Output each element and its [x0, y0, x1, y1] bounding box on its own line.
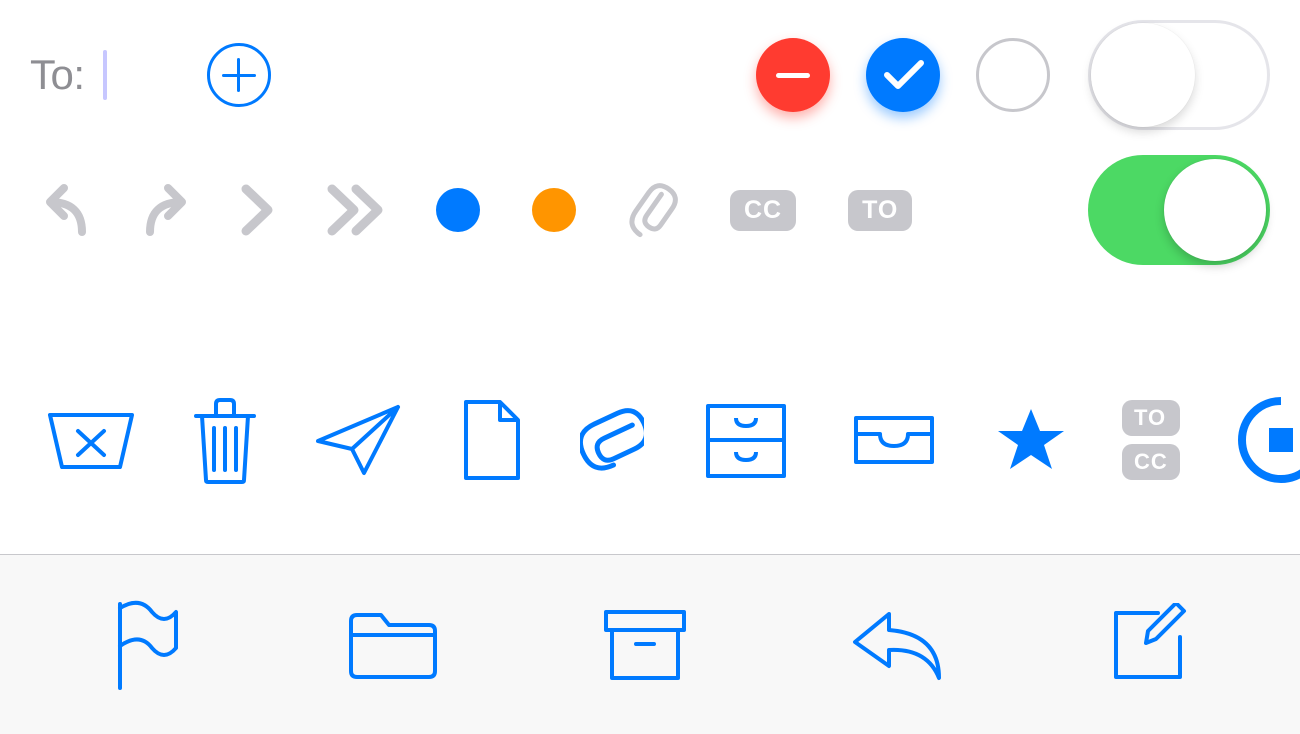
delete-button[interactable] [756, 38, 830, 112]
compose-icon[interactable] [1106, 603, 1190, 687]
toggle-on[interactable] [1088, 155, 1270, 265]
to-badge-small: TO [1122, 400, 1180, 436]
reply-icon[interactable] [849, 606, 945, 684]
cc-badge-small: CC [1122, 444, 1180, 480]
folder-icon[interactable] [345, 607, 441, 683]
flag-icon[interactable] [110, 598, 184, 692]
add-contact-button[interactable] [207, 43, 271, 107]
main-area: To: CC TO [0, 0, 1300, 554]
orange-dot-indicator [532, 188, 576, 232]
cc-badge[interactable]: CC [730, 190, 796, 231]
inbox-icon[interactable] [848, 412, 940, 468]
paperclip-blue-icon[interactable] [580, 395, 644, 485]
junk-icon[interactable] [46, 405, 136, 475]
toggle-knob [1164, 159, 1266, 261]
to-label: To: [30, 51, 85, 99]
double-chevron-right-icon[interactable] [326, 183, 384, 237]
to-cc-badges[interactable]: TO CC [1122, 400, 1180, 480]
secondary-row: CC TO [30, 130, 1270, 290]
toggle-off[interactable] [1088, 20, 1270, 130]
stop-loading-icon[interactable] [1236, 395, 1300, 485]
redo-icon[interactable] [142, 182, 188, 238]
bottom-toolbar [0, 554, 1300, 734]
unselected-radio[interactable] [976, 38, 1050, 112]
archive-box-icon[interactable] [602, 606, 688, 684]
blue-dot-indicator [436, 188, 480, 232]
confirm-button[interactable] [866, 38, 940, 112]
toggle-knob [1091, 23, 1195, 127]
chevron-right-icon[interactable] [240, 183, 274, 237]
action-icons-row: TO CC [30, 370, 1270, 510]
document-icon[interactable] [460, 398, 524, 482]
undo-icon[interactable] [44, 182, 90, 238]
paperclip-gray-icon[interactable] [628, 182, 678, 238]
text-cursor [103, 50, 107, 100]
trash-icon[interactable] [192, 394, 258, 486]
compose-header-row: To: [30, 20, 1270, 130]
star-icon[interactable] [996, 407, 1066, 473]
send-icon[interactable] [314, 401, 404, 479]
archive-drawer-icon[interactable] [700, 398, 792, 482]
to-badge[interactable]: TO [848, 190, 912, 231]
